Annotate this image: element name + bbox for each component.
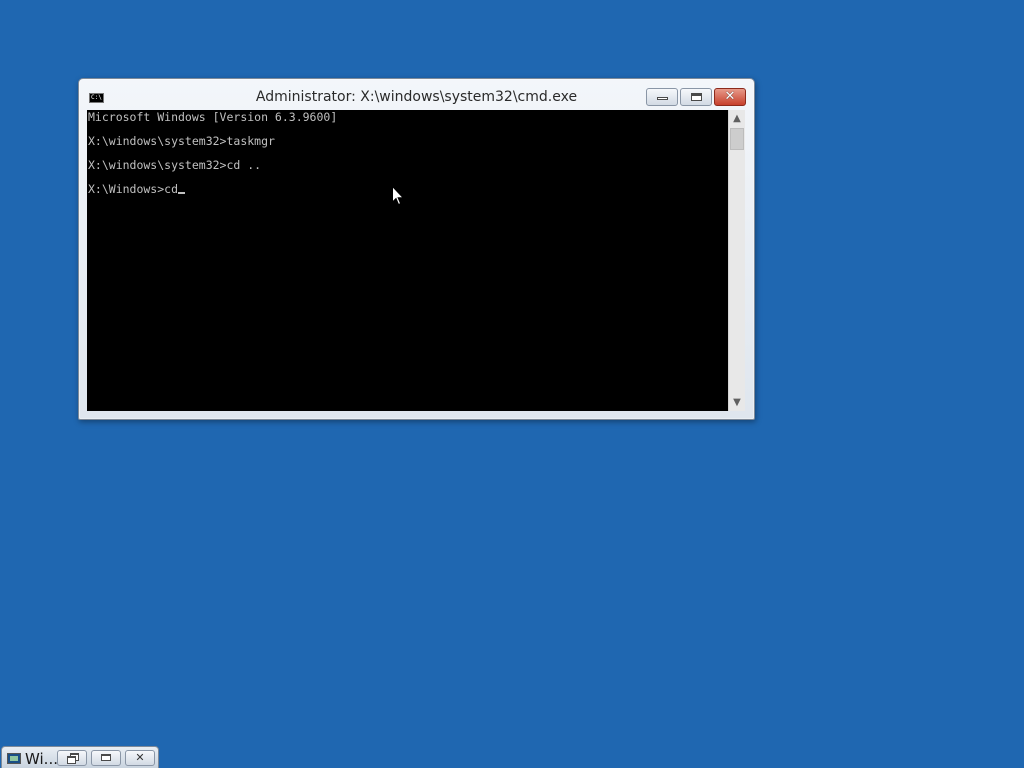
close-button[interactable]: ✕: [714, 88, 746, 106]
close-icon: ✕: [724, 89, 736, 104]
minimized-window[interactable]: Wi... ✕: [1, 746, 159, 768]
text-cursor: [178, 192, 186, 194]
minimize-button[interactable]: [646, 88, 678, 106]
console-output[interactable]: Microsoft Windows [Version 6.3.9600] X:\…: [87, 110, 728, 411]
maximize-icon: [691, 93, 702, 101]
app-window-icon: [7, 753, 21, 764]
minimized-window-title: Wi...: [25, 750, 58, 768]
maximize-button[interactable]: [680, 88, 712, 106]
console-prompt: X:\Windows>cd: [88, 182, 179, 196]
console-line-version: Microsoft Windows [Version 6.3.9600]: [88, 110, 338, 124]
minimize-icon: [657, 97, 668, 100]
restore-icon-front: [67, 756, 76, 764]
maximize-button-minimized[interactable]: [91, 750, 121, 766]
console-line-taskmgr: X:\windows\system32>taskmgr: [88, 134, 275, 148]
scroll-up-button[interactable]: ▲: [729, 110, 745, 127]
scroll-down-button[interactable]: ▼: [729, 394, 745, 411]
cmd-window[interactable]: C:\ Administrator: X:\windows\system32\c…: [78, 78, 755, 420]
vertical-scrollbar[interactable]: ▲ ▼: [728, 110, 745, 411]
scroll-thumb[interactable]: [730, 128, 744, 150]
maximize-icon: [101, 754, 111, 761]
console-input-line[interactable]: X:\Windows>cd: [88, 183, 728, 195]
close-button-minimized[interactable]: ✕: [125, 750, 155, 766]
console-line-cd: X:\windows\system32>cd ..: [88, 158, 262, 172]
restore-button[interactable]: [57, 750, 87, 766]
close-icon: ✕: [135, 751, 145, 764]
title-bar[interactable]: C:\ Administrator: X:\windows\system32\c…: [79, 79, 754, 111]
mouse-pointer-icon: [392, 186, 404, 206]
